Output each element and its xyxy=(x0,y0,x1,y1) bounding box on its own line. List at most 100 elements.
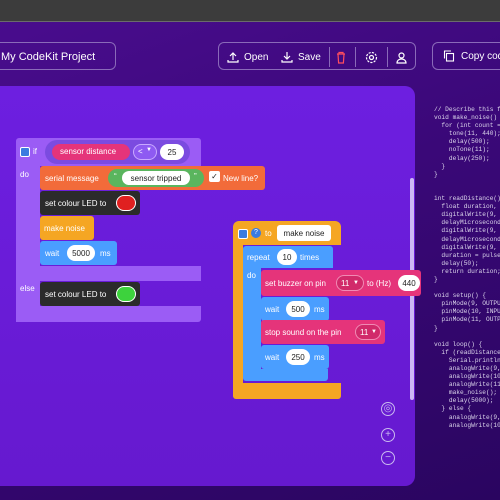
code-line: Serial.println xyxy=(434,356,500,364)
repeat-spine xyxy=(243,268,261,373)
user-icon xyxy=(396,51,407,64)
code-line: digitalWrite(9, xyxy=(434,211,498,219)
code-line: delayMicrosecond xyxy=(434,219,500,227)
toolbar-separator xyxy=(387,47,388,67)
quote-close: ” xyxy=(194,172,197,181)
led-color-green[interactable] xyxy=(116,286,136,302)
threshold-value[interactable]: 25 xyxy=(160,144,184,160)
delete-button[interactable] xyxy=(335,43,347,71)
code-line: void setup() { xyxy=(434,292,486,300)
save-icon xyxy=(281,52,293,63)
wait-label-250: wait xyxy=(265,353,280,362)
code-line: delay(250); xyxy=(434,154,490,162)
code-line: analogWrite(11 xyxy=(434,381,500,389)
function-spine xyxy=(233,245,243,385)
newline-checkbox[interactable]: ✓ xyxy=(209,171,220,182)
toolbar-separator xyxy=(329,47,330,67)
code-line: } xyxy=(434,162,446,170)
code-line: delayMicrosecond xyxy=(434,235,500,243)
code-line: for (int count = xyxy=(434,122,500,130)
zoom-out-icon[interactable]: − xyxy=(381,451,395,465)
wait-unit-500: ms xyxy=(314,305,325,314)
generated-code-panel[interactable]: // Describe this f void make_noise() for … xyxy=(434,106,500,500)
top-bar-divider xyxy=(0,21,500,22)
serial-message-label: serial message xyxy=(45,174,99,183)
stop-sound-label: stop sound on the pin xyxy=(265,328,342,337)
stop-pin-value: 11 xyxy=(360,328,369,337)
function-footer xyxy=(233,383,341,399)
code-line: digitalWrite(9, xyxy=(434,227,498,235)
else-label: else xyxy=(20,284,35,293)
copy-icon xyxy=(443,50,455,62)
code-line: analogWrite(10 xyxy=(434,421,500,429)
operator-value: < xyxy=(138,147,143,156)
open-button[interactable]: Open xyxy=(227,43,268,71)
code-line: void make_noise() xyxy=(434,114,498,122)
window-top-bar xyxy=(0,0,500,22)
code-line: digitalWrite(9, xyxy=(434,243,498,251)
delete-icon xyxy=(337,51,345,64)
wait-value-field[interactable]: 5000 xyxy=(67,245,95,261)
code-line: return duration; xyxy=(434,267,500,275)
sensor-distance-label: sensor distance xyxy=(60,147,117,156)
settings-button[interactable] xyxy=(365,43,378,71)
code-line: int readDistance() xyxy=(434,195,500,203)
code-line: } xyxy=(434,170,438,178)
code-line: analogWrite(9, xyxy=(434,365,500,372)
newline-label: New line? xyxy=(223,174,259,183)
if-spine xyxy=(16,166,40,322)
set-led-label-1: set colour LED to xyxy=(45,199,107,208)
if-footer xyxy=(16,306,201,322)
project-name-field[interactable]: My CodeKit Project xyxy=(0,42,116,70)
help-icon[interactable]: ? xyxy=(251,228,261,238)
chevron-down-icon: ▼ xyxy=(146,147,152,153)
function-name-field[interactable]: make noise xyxy=(277,225,331,241)
code-line: pinMode(11, OUTP xyxy=(434,316,500,324)
code-line: tone(11, 440); xyxy=(434,130,500,138)
wait-label: wait xyxy=(45,249,60,258)
wait-unit-label: ms xyxy=(100,249,111,258)
copy-code-label: Copy code xyxy=(461,50,500,62)
code-line: pinMode(9, OUTPU xyxy=(434,300,500,308)
open-icon xyxy=(227,52,239,63)
if-label: if xyxy=(33,147,37,156)
wait-label-500: wait xyxy=(265,305,280,314)
led-color-red[interactable] xyxy=(116,195,136,211)
copy-code-button[interactable]: Copy code xyxy=(432,42,500,70)
code-line: delay(50); xyxy=(434,259,479,267)
locate-icon[interactable]: ◎ xyxy=(381,402,395,416)
repeat-footer xyxy=(243,369,328,381)
settings-icon xyxy=(365,51,378,63)
do-label: do xyxy=(20,170,29,179)
function-to-label: to xyxy=(265,229,272,238)
buzzer-pin-value: 11 xyxy=(341,279,350,288)
wait-value-250[interactable]: 250 xyxy=(286,349,310,365)
save-button[interactable]: Save xyxy=(281,43,321,71)
code-line: analogWrite(9, xyxy=(434,413,500,421)
repeat-count-field[interactable]: 10 xyxy=(277,249,297,265)
times-label: times xyxy=(300,253,320,262)
code-line: analogWrite(10 xyxy=(434,373,500,381)
account-button[interactable] xyxy=(395,43,408,71)
function-gear-icon[interactable] xyxy=(238,229,248,239)
set-led-label-2: set colour LED to xyxy=(45,290,107,299)
zoom-in-icon[interactable]: + xyxy=(381,428,395,442)
wait-unit-250: ms xyxy=(314,353,325,362)
chevron-down-icon: ▼ xyxy=(371,329,377,335)
code-line: duration = pulse xyxy=(434,251,500,259)
repeat-do-label: do xyxy=(247,271,256,280)
toolbar-separator xyxy=(355,47,356,67)
code-line: } else { xyxy=(434,405,472,413)
code-line: if (readDistance xyxy=(434,348,500,356)
hz-value-field[interactable]: 440 xyxy=(398,275,420,291)
wait-value-500[interactable]: 500 xyxy=(286,301,310,317)
gear-icon[interactable] xyxy=(20,147,30,157)
code-line: // Describe this f xyxy=(434,106,500,113)
serial-text-field[interactable]: sensor tripped xyxy=(122,171,190,185)
code-line: float duration, xyxy=(434,203,498,211)
operator-dropdown[interactable] xyxy=(133,144,157,160)
